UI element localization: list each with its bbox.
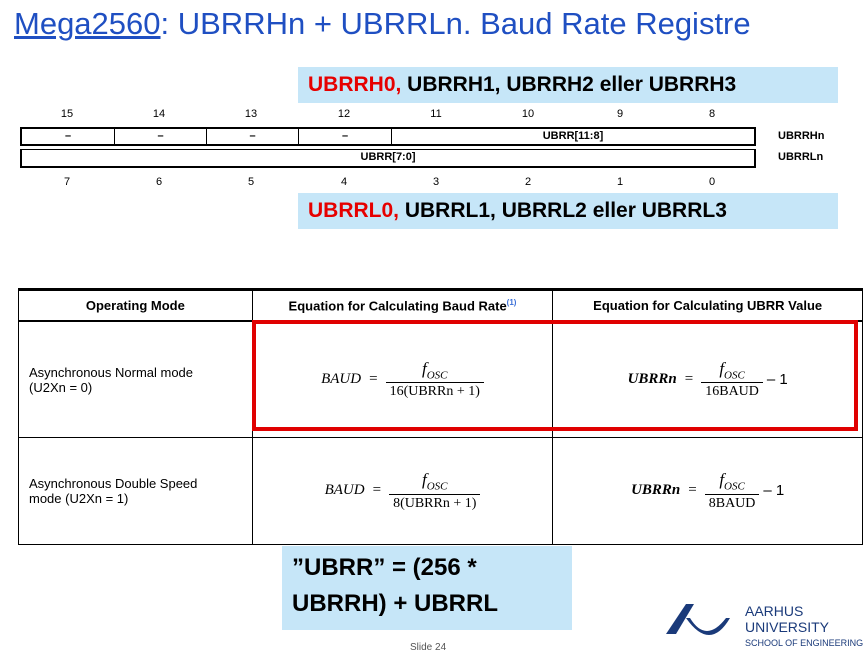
low-register-callout: UBRRL0, UBRRL1, UBRRL2 eller UBRRL3 xyxy=(298,193,838,229)
equals-sign: = xyxy=(688,482,697,499)
mode-line: Asynchronous Normal mode xyxy=(29,364,194,380)
bit-number: 0 xyxy=(708,176,716,188)
bit-number: 8 xyxy=(708,108,716,120)
header-baud-label: Equation for Calculating Baud Rate xyxy=(288,298,507,314)
bit-number: 15 xyxy=(60,108,74,120)
table-header-row: Operating Mode Equation for Calculating … xyxy=(18,288,863,322)
aarhus-university-logo-icon xyxy=(666,604,730,635)
header-operating-mode: Operating Mode xyxy=(18,288,253,322)
callout-high-red: UBRRH0, xyxy=(308,73,402,96)
note-line: UBRRH) + UBRRL xyxy=(292,590,498,617)
register-low-row: UBRR[7:0] xyxy=(20,149,756,168)
title-link[interactable]: Mega2560 xyxy=(14,6,161,41)
formula-lhs: BAUD xyxy=(324,482,365,499)
bit-number: 12 xyxy=(337,108,351,120)
register-high-row: – – – – UBRR[11:8] xyxy=(20,127,756,146)
baud-formula-cell: BAUD = fOSC 8(UBRRn + 1) xyxy=(252,437,554,545)
equals-sign: = xyxy=(372,482,382,499)
denominator: 8(UBRRn + 1) xyxy=(389,493,481,512)
logo-line: AARHUS xyxy=(745,603,804,619)
slide-number: Slide 24 xyxy=(410,642,447,653)
register-cell: – xyxy=(115,129,207,144)
register-low-name: UBRRLn xyxy=(778,151,824,163)
ubrr-formula-cell: UBRRn = fOSC 8BAUD – 1 xyxy=(552,437,863,545)
register-cell: – xyxy=(22,129,115,144)
register-cell: – xyxy=(207,129,299,144)
note-line: ”UBRR” = (256 * xyxy=(292,554,477,581)
fraction: fOSC 8(UBRRn + 1) xyxy=(389,470,481,512)
mode-cell: Asynchronous Normal mode (U2Xn = 0) xyxy=(18,321,253,438)
register-cell-ubrr-high: UBRR[11:8] xyxy=(542,130,604,142)
slide-title: Mega2560: UBRRHn + UBRRLn. Baud Rate Reg… xyxy=(14,6,751,42)
bit-number: 13 xyxy=(244,108,258,120)
logo-line: UNIVERSITY xyxy=(745,619,830,635)
callout-low-red: UBRRL0, xyxy=(308,199,400,222)
title-text: : UBRRHn + UBRRLn. Baud Rate Registre xyxy=(160,6,751,41)
minus-one: – 1 xyxy=(763,482,785,500)
bit-number: 9 xyxy=(616,108,624,120)
bit-number: 11 xyxy=(430,108,442,120)
formula-lhs: UBRRn xyxy=(631,482,681,499)
bit-number: 1 xyxy=(616,176,624,188)
footnote-ref[interactable]: (1) xyxy=(507,298,517,307)
denominator: 8BAUD xyxy=(704,493,760,512)
logo-text: AARHUS UNIVERSITY SCHOOL OF ENGINEERING xyxy=(745,603,863,651)
bit-number: 7 xyxy=(63,176,71,188)
numerator: fOSC xyxy=(715,470,749,493)
num-sub: OSC xyxy=(724,480,745,493)
ubrr-formula: UBRRn = fOSC 8BAUD – 1 xyxy=(554,470,861,511)
bit-number: 3 xyxy=(432,176,440,188)
callout-low-rest: UBRRL1, UBRRL2 eller UBRRL3 xyxy=(399,199,727,222)
mode-line: mode (U2Xn = 1) xyxy=(29,491,129,506)
bit-number: 4 xyxy=(340,176,348,188)
register-high-name: UBRRHn xyxy=(778,130,825,142)
highlight-box xyxy=(252,320,858,431)
header-baud-equation: Equation for Calculating Baud Rate(1) xyxy=(252,288,554,322)
fraction: fOSC 8BAUD xyxy=(704,470,760,512)
ubrr-formula-note: ”UBRR” = (256 * UBRRH) + UBRRL xyxy=(282,546,572,630)
callout-high-rest: UBRRH1, UBRRH2 eller UBRRH3 xyxy=(401,73,737,96)
high-register-callout: UBRRH0, UBRRH1, UBRRH2 eller UBRRH3 xyxy=(298,67,838,103)
num-sub: OSC xyxy=(426,480,448,493)
register-cell-ubrr-low: UBRR[7:0] xyxy=(360,151,416,163)
bit-number: 6 xyxy=(155,176,163,188)
mode-cell: Asynchronous Double Speed mode (U2Xn = 1… xyxy=(18,437,253,545)
mode-line: (U2Xn = 0) xyxy=(29,379,93,395)
baud-formula: BAUD = fOSC 8(UBRRn + 1) xyxy=(254,470,552,511)
numerator: fOSC xyxy=(418,470,452,493)
header-ubrr-equation: Equation for Calculating UBRR Value xyxy=(552,288,863,322)
table-row: Asynchronous Double Speed mode (U2Xn = 1… xyxy=(18,437,863,545)
bit-number: 10 xyxy=(521,108,535,120)
bit-number: 5 xyxy=(247,176,255,188)
bit-number: 14 xyxy=(152,108,166,120)
mode-line: Asynchronous Double Speed xyxy=(29,476,198,491)
register-cell: – xyxy=(299,129,392,144)
bit-number: 2 xyxy=(524,176,532,188)
